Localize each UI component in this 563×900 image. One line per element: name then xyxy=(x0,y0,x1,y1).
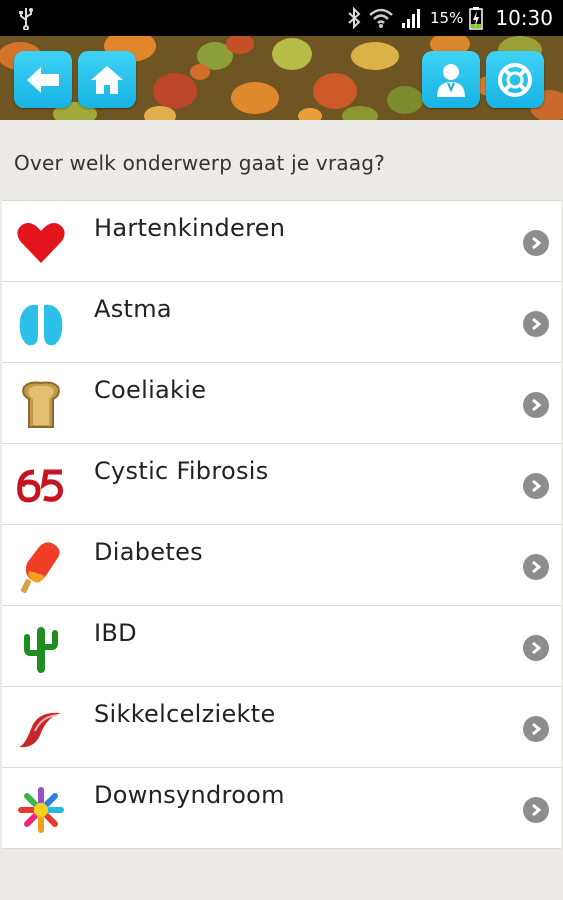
chevron-right-icon xyxy=(523,392,549,418)
topic-label: Diabetes xyxy=(94,538,203,566)
header-bar xyxy=(0,36,563,120)
help-button[interactable] xyxy=(486,51,544,108)
topic-label: Hartenkinderen xyxy=(94,214,286,242)
clock: 10:30 xyxy=(495,6,553,30)
65-roses-icon xyxy=(14,459,68,513)
help-lifebuoy-icon xyxy=(498,62,532,97)
topic-item-coeliakie[interactable]: Coeliakie xyxy=(2,363,561,444)
chevron-right-icon xyxy=(523,797,549,823)
topic-item-downsyndroom[interactable]: Downsyndroom xyxy=(2,768,561,849)
topic-item-cystic-fibrosis[interactable]: Cystic Fibrosis xyxy=(2,444,561,525)
topic-list: Hartenkinderen Astma Coeliakie Cystic Fi… xyxy=(2,200,561,849)
topic-item-hartenkinderen[interactable]: Hartenkinderen xyxy=(2,201,561,282)
wifi-icon xyxy=(369,8,393,28)
chevron-right-icon xyxy=(523,311,549,337)
usb-icon xyxy=(19,8,33,30)
heart-icon xyxy=(14,216,68,270)
question-prompt: Over welk onderwerp gaat je vraag? xyxy=(14,151,385,175)
arrow-left-icon xyxy=(27,66,59,93)
topic-label: IBD xyxy=(94,619,137,647)
profile-button[interactable] xyxy=(422,51,480,108)
chevron-right-icon xyxy=(523,230,549,256)
sickle-cell-icon xyxy=(14,702,68,756)
star-flower-icon xyxy=(14,783,68,837)
topic-item-astma[interactable]: Astma xyxy=(2,282,561,363)
chevron-right-icon xyxy=(523,473,549,499)
topic-label: Coeliakie xyxy=(94,376,207,404)
topic-item-ibd[interactable]: IBD xyxy=(2,606,561,687)
topic-label: Cystic Fibrosis xyxy=(94,457,269,485)
topic-item-diabetes[interactable]: Diabetes xyxy=(2,525,561,606)
signal-icon xyxy=(402,9,421,28)
home-button[interactable] xyxy=(78,51,136,108)
chevron-right-icon xyxy=(523,635,549,661)
lungs-icon xyxy=(14,297,68,351)
cactus-icon xyxy=(14,621,68,675)
topic-label: Downsyndroom xyxy=(94,781,285,809)
battery-charging-icon xyxy=(469,7,484,30)
topic-label: Sikkelcelziekte xyxy=(94,700,276,728)
topic-label: Astma xyxy=(94,295,172,323)
bluetooth-icon xyxy=(348,6,361,30)
battery-percent: 15% xyxy=(430,9,464,27)
home-icon xyxy=(91,65,123,94)
popsicle-icon xyxy=(14,540,68,594)
topic-item-sikkelcelziekte[interactable]: Sikkelcelziekte xyxy=(2,687,561,768)
chevron-right-icon xyxy=(523,554,549,580)
doctor-icon xyxy=(437,63,465,97)
bread-icon xyxy=(14,378,68,432)
back-button[interactable] xyxy=(14,51,72,108)
status-bar: 15% 10:30 xyxy=(0,0,563,36)
chevron-right-icon xyxy=(523,716,549,742)
